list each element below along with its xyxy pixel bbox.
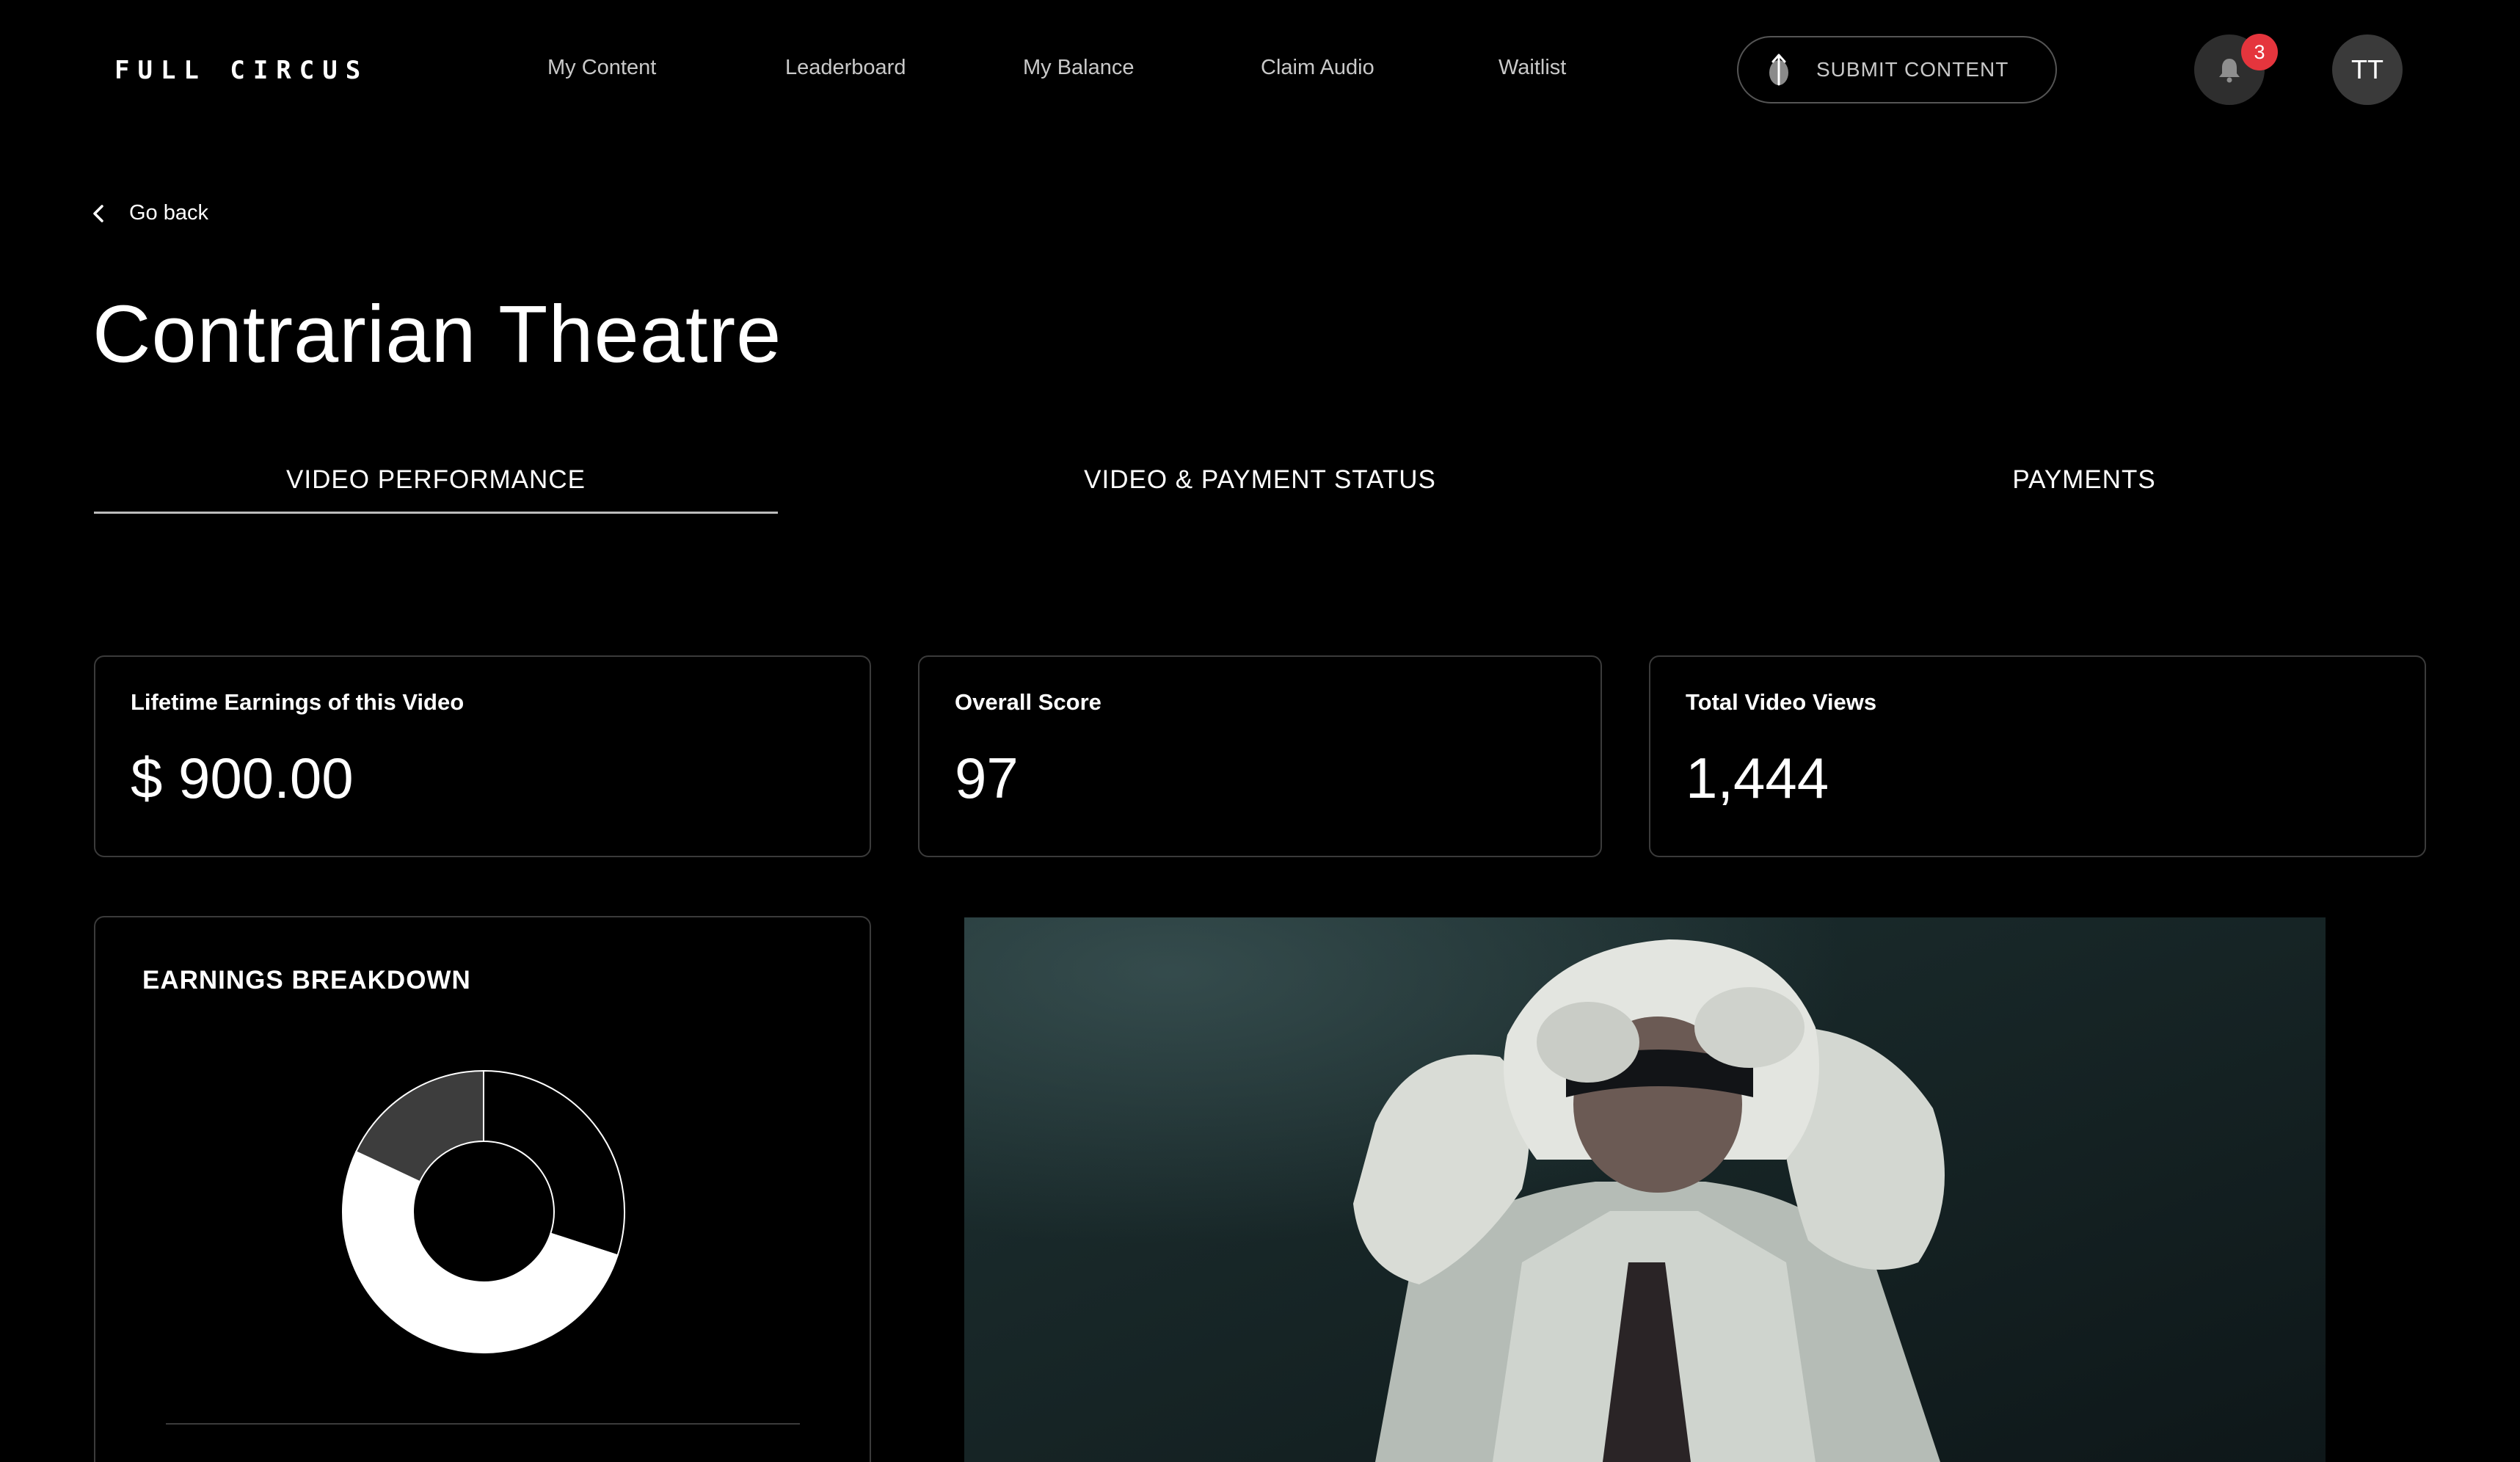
go-back-link[interactable]: Go back bbox=[92, 201, 208, 225]
overall-score-label: Overall Score bbox=[955, 689, 1101, 715]
lifetime-earnings-label: Lifetime Earnings of this Video bbox=[131, 689, 465, 715]
upload-icon bbox=[1769, 54, 1788, 86]
nav-waitlist[interactable]: Waitlist bbox=[1498, 56, 1566, 80]
nav-my-content[interactable]: My Content bbox=[547, 56, 656, 80]
overall-score-value: 97 bbox=[955, 746, 1019, 810]
go-back-label: Go back bbox=[129, 201, 208, 225]
page-title: Contrarian Theatre bbox=[92, 289, 782, 379]
tab-video-performance[interactable]: VIDEO PERFORMANCE bbox=[286, 465, 586, 495]
page: FULL CIRCUS My Content Leaderboard My Ba… bbox=[0, 0, 2520, 1462]
total-views-card: Total Video Views 1,444 bbox=[1649, 655, 2426, 857]
chevron-left-icon bbox=[93, 204, 103, 222]
avatar[interactable]: TT bbox=[2332, 34, 2403, 105]
tab-video-payment-status[interactable]: VIDEO & PAYMENT STATUS bbox=[1084, 465, 1436, 495]
active-tab-indicator bbox=[94, 512, 778, 514]
logo[interactable]: FULL CIRCUS bbox=[114, 56, 368, 85]
tab-payments[interactable]: PAYMENTS bbox=[2012, 465, 2155, 495]
submit-content-button[interactable]: SUBMIT CONTENT bbox=[1737, 36, 2057, 103]
total-views-value: 1,444 bbox=[1686, 746, 1829, 810]
nav-claim-audio[interactable]: Claim Audio bbox=[1261, 56, 1374, 80]
video-frame bbox=[964, 917, 2326, 1462]
lifetime-earnings-value: $ 900.00 bbox=[131, 746, 354, 810]
notification-badge: 3 bbox=[2241, 34, 2278, 70]
nav-my-balance[interactable]: My Balance bbox=[1023, 56, 1135, 80]
earnings-donut-chart bbox=[342, 1069, 625, 1353]
nav-leaderboard[interactable]: Leaderboard bbox=[785, 56, 906, 80]
overall-score-card: Overall Score 97 bbox=[918, 655, 1602, 857]
bell-icon bbox=[2219, 59, 2240, 83]
video-player[interactable] bbox=[964, 917, 2326, 1462]
lifetime-earnings-card: Lifetime Earnings of this Video $ 900.00 bbox=[94, 655, 871, 857]
earnings-divider bbox=[166, 1423, 800, 1425]
earnings-breakdown-title: EARNINGS BREAKDOWN bbox=[142, 966, 471, 994]
earnings-breakdown-card: EARNINGS BREAKDOWN bbox=[94, 916, 871, 1462]
submit-content-label: SUBMIT CONTENT bbox=[1816, 58, 2009, 81]
donut-slice-0 bbox=[483, 1069, 625, 1256]
total-views-label: Total Video Views bbox=[1686, 689, 1877, 715]
